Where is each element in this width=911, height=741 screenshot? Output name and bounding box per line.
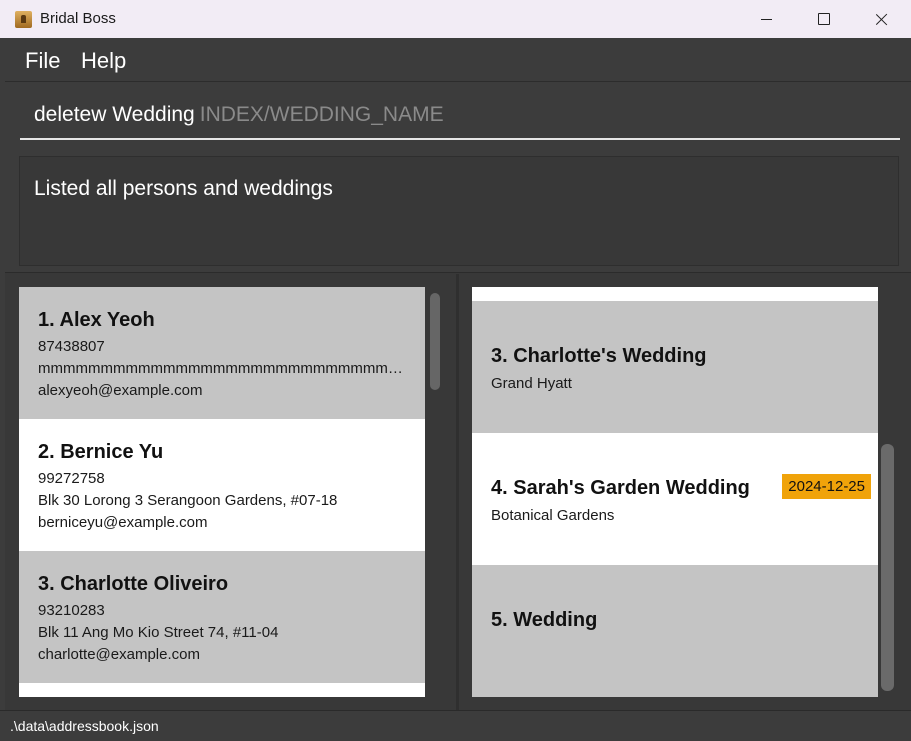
person-card[interactable]: 1. Alex Yeoh 87438807 mmmmmmmmmmmmmmmmmm…: [19, 287, 425, 419]
wedding-name: 3. Charlotte's Wedding: [491, 345, 707, 367]
person-phone: 87438807: [38, 338, 105, 355]
panel-splitter[interactable]: [456, 274, 459, 710]
person-card[interactable]: 3. Charlotte Oliveiro 93210283 Blk 11 An…: [19, 551, 425, 683]
person-address: Blk 30 Lorong 3 Serangoon Gardens, #07-1…: [38, 492, 338, 509]
app-icon: [15, 11, 32, 28]
person-card[interactable]: 2. Bernice Yu 99272758 Blk 30 Lorong 3 S…: [19, 419, 425, 551]
title-bar: Bridal Boss: [0, 0, 911, 38]
maximize-icon[interactable]: [795, 0, 853, 38]
menu-file[interactable]: File: [25, 48, 60, 74]
person-name: 3. Charlotte Oliveiro: [38, 573, 229, 595]
result-text: Listed all persons and weddings: [34, 177, 333, 200]
person-address: Blk 11 Ang Mo Kio Street 74, #11-04: [38, 624, 279, 641]
command-value: deletew Wedding: [34, 103, 195, 126]
person-email: alexyeoh@example.com: [38, 382, 203, 399]
person-phone: 93210283: [38, 602, 105, 619]
person-list[interactable]: 1. Alex Yeoh 87438807 mmmmmmmmmmmmmmmmmm…: [19, 287, 425, 697]
command-text: deletew Wedding INDEX/WEDDING_NAME: [34, 103, 444, 127]
wedding-list-scrollbar[interactable]: [881, 444, 894, 691]
minimize-icon[interactable]: [737, 0, 795, 38]
person-address: mmmmmmmmmmmmmmmmmmmmmmmmmmmmmmmmmmmmmmmm…: [38, 360, 413, 377]
menu-bar: File Help: [5, 38, 911, 82]
wedding-list[interactable]: 3. Charlotte's Wedding Grand Hyatt 4. Sa…: [472, 287, 878, 697]
result-display: Listed all persons and weddings: [19, 156, 899, 266]
person-email: charlotte@example.com: [38, 646, 200, 663]
status-bar: .\data\addressbook.json: [0, 710, 911, 741]
command-input[interactable]: deletew Wedding INDEX/WEDDING_NAME: [20, 94, 900, 140]
close-icon[interactable]: [853, 0, 911, 38]
command-hint: INDEX/WEDDING_NAME: [199, 103, 444, 126]
menu-help[interactable]: Help: [81, 48, 126, 74]
wedding-card[interactable]: 5. Wedding: [472, 565, 878, 697]
save-location: .\data\addressbook.json: [10, 718, 159, 734]
wedding-name: 4. Sarah's Garden Wedding: [491, 477, 750, 499]
wedding-card[interactable]: 3. Charlotte's Wedding Grand Hyatt: [472, 301, 878, 433]
person-list-scrollbar[interactable]: [430, 293, 440, 390]
wedding-venue: Grand Hyatt: [491, 375, 572, 392]
window-title: Bridal Boss: [40, 10, 116, 27]
person-name: 1. Alex Yeoh: [38, 309, 155, 331]
person-phone: 99272758: [38, 470, 105, 487]
wedding-venue: Botanical Gardens: [491, 507, 615, 524]
wedding-card[interactable]: 4. Sarah's Garden Wedding Botanical Gard…: [472, 433, 878, 565]
wedding-date-badge: 2024-12-25: [782, 474, 871, 499]
person-email: berniceyu@example.com: [38, 514, 208, 531]
person-name: 2. Bernice Yu: [38, 441, 164, 463]
wedding-name: 5. Wedding: [491, 609, 598, 631]
